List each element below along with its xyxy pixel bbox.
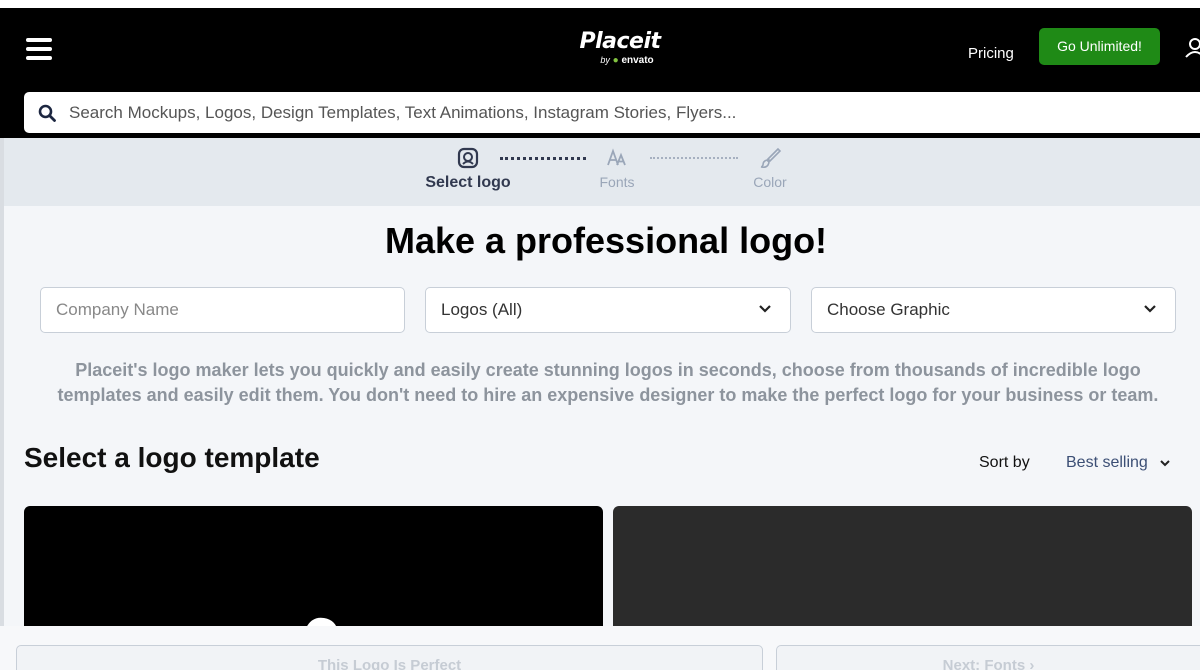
step-select-logo[interactable]: Select logo — [420, 146, 516, 192]
graphic-select[interactable]: Choose Graphic — [811, 287, 1176, 333]
hamburger-menu-icon[interactable] — [26, 38, 52, 60]
step-label: Fonts — [599, 174, 635, 190]
steps-bar: Select logo Fonts Color — [4, 138, 1200, 206]
footer-bar: This Logo Is Perfect Next: Fonts › — [0, 626, 1200, 670]
chevron-down-icon[interactable] — [1159, 459, 1171, 469]
chevron-down-icon — [1144, 305, 1156, 313]
step-label: Color — [753, 174, 787, 190]
next-button-label: Next: Fonts — [942, 657, 1026, 670]
search-bar — [24, 92, 1200, 133]
brand-subline: by ● envato — [584, 54, 670, 67]
logo-template-card[interactable] — [24, 506, 603, 636]
next-fonts-button[interactable]: Next: Fonts › — [776, 645, 1200, 670]
company-name-field[interactable]: Company Name — [40, 287, 405, 333]
page-title: Make a professional logo! — [384, 220, 828, 261]
brand-partner: envato — [621, 55, 654, 66]
step-label: Select logo — [425, 174, 511, 191]
logos-category-select[interactable]: Logos (All) — [425, 287, 791, 333]
logo-template-card[interactable] — [613, 506, 1192, 636]
go-unlimited-button[interactable]: Go Unlimited! — [1039, 28, 1160, 65]
step-color[interactable]: Color — [737, 146, 803, 190]
brand-by: by — [600, 55, 610, 65]
window-top-strip — [0, 0, 1200, 8]
leaf-icon: ● — [612, 55, 619, 66]
pricing-link[interactable]: Pricing — [968, 36, 1014, 72]
search-input[interactable] — [69, 97, 1189, 128]
this-logo-is-perfect-button[interactable]: This Logo Is Perfect — [16, 645, 763, 670]
user-icon[interactable] — [1184, 36, 1200, 58]
step-connector — [650, 157, 738, 159]
section-title: Select a logo template — [24, 442, 320, 473]
logo-select-icon — [457, 147, 479, 169]
brush-icon — [760, 147, 782, 169]
placeit-logo[interactable]: Placeit by ● envato — [570, 30, 670, 70]
page: Placeit by ● envato Pricing Go Unlimited… — [0, 0, 1200, 670]
chevron-down-icon — [759, 305, 771, 313]
brand-name: Placeit — [579, 29, 661, 54]
step-fonts[interactable]: Fonts — [584, 146, 650, 190]
search-icon[interactable] — [38, 104, 56, 122]
fonts-icon — [607, 148, 626, 166]
graphic-select-value: Choose Graphic — [827, 300, 950, 319]
step-connector — [500, 157, 586, 160]
sort-label: Sort by — [979, 454, 1030, 471]
logos-select-value: Logos (All) — [441, 300, 523, 319]
left-edge-border — [0, 138, 4, 670]
site-header: Placeit by ● envato Pricing Go Unlimited… — [0, 8, 1200, 138]
sort-select[interactable]: Best selling — [1066, 454, 1148, 472]
hero-description: Placeit's logo maker lets you quickly an… — [57, 360, 1159, 405]
chevron-right-icon: › — [1029, 657, 1035, 670]
